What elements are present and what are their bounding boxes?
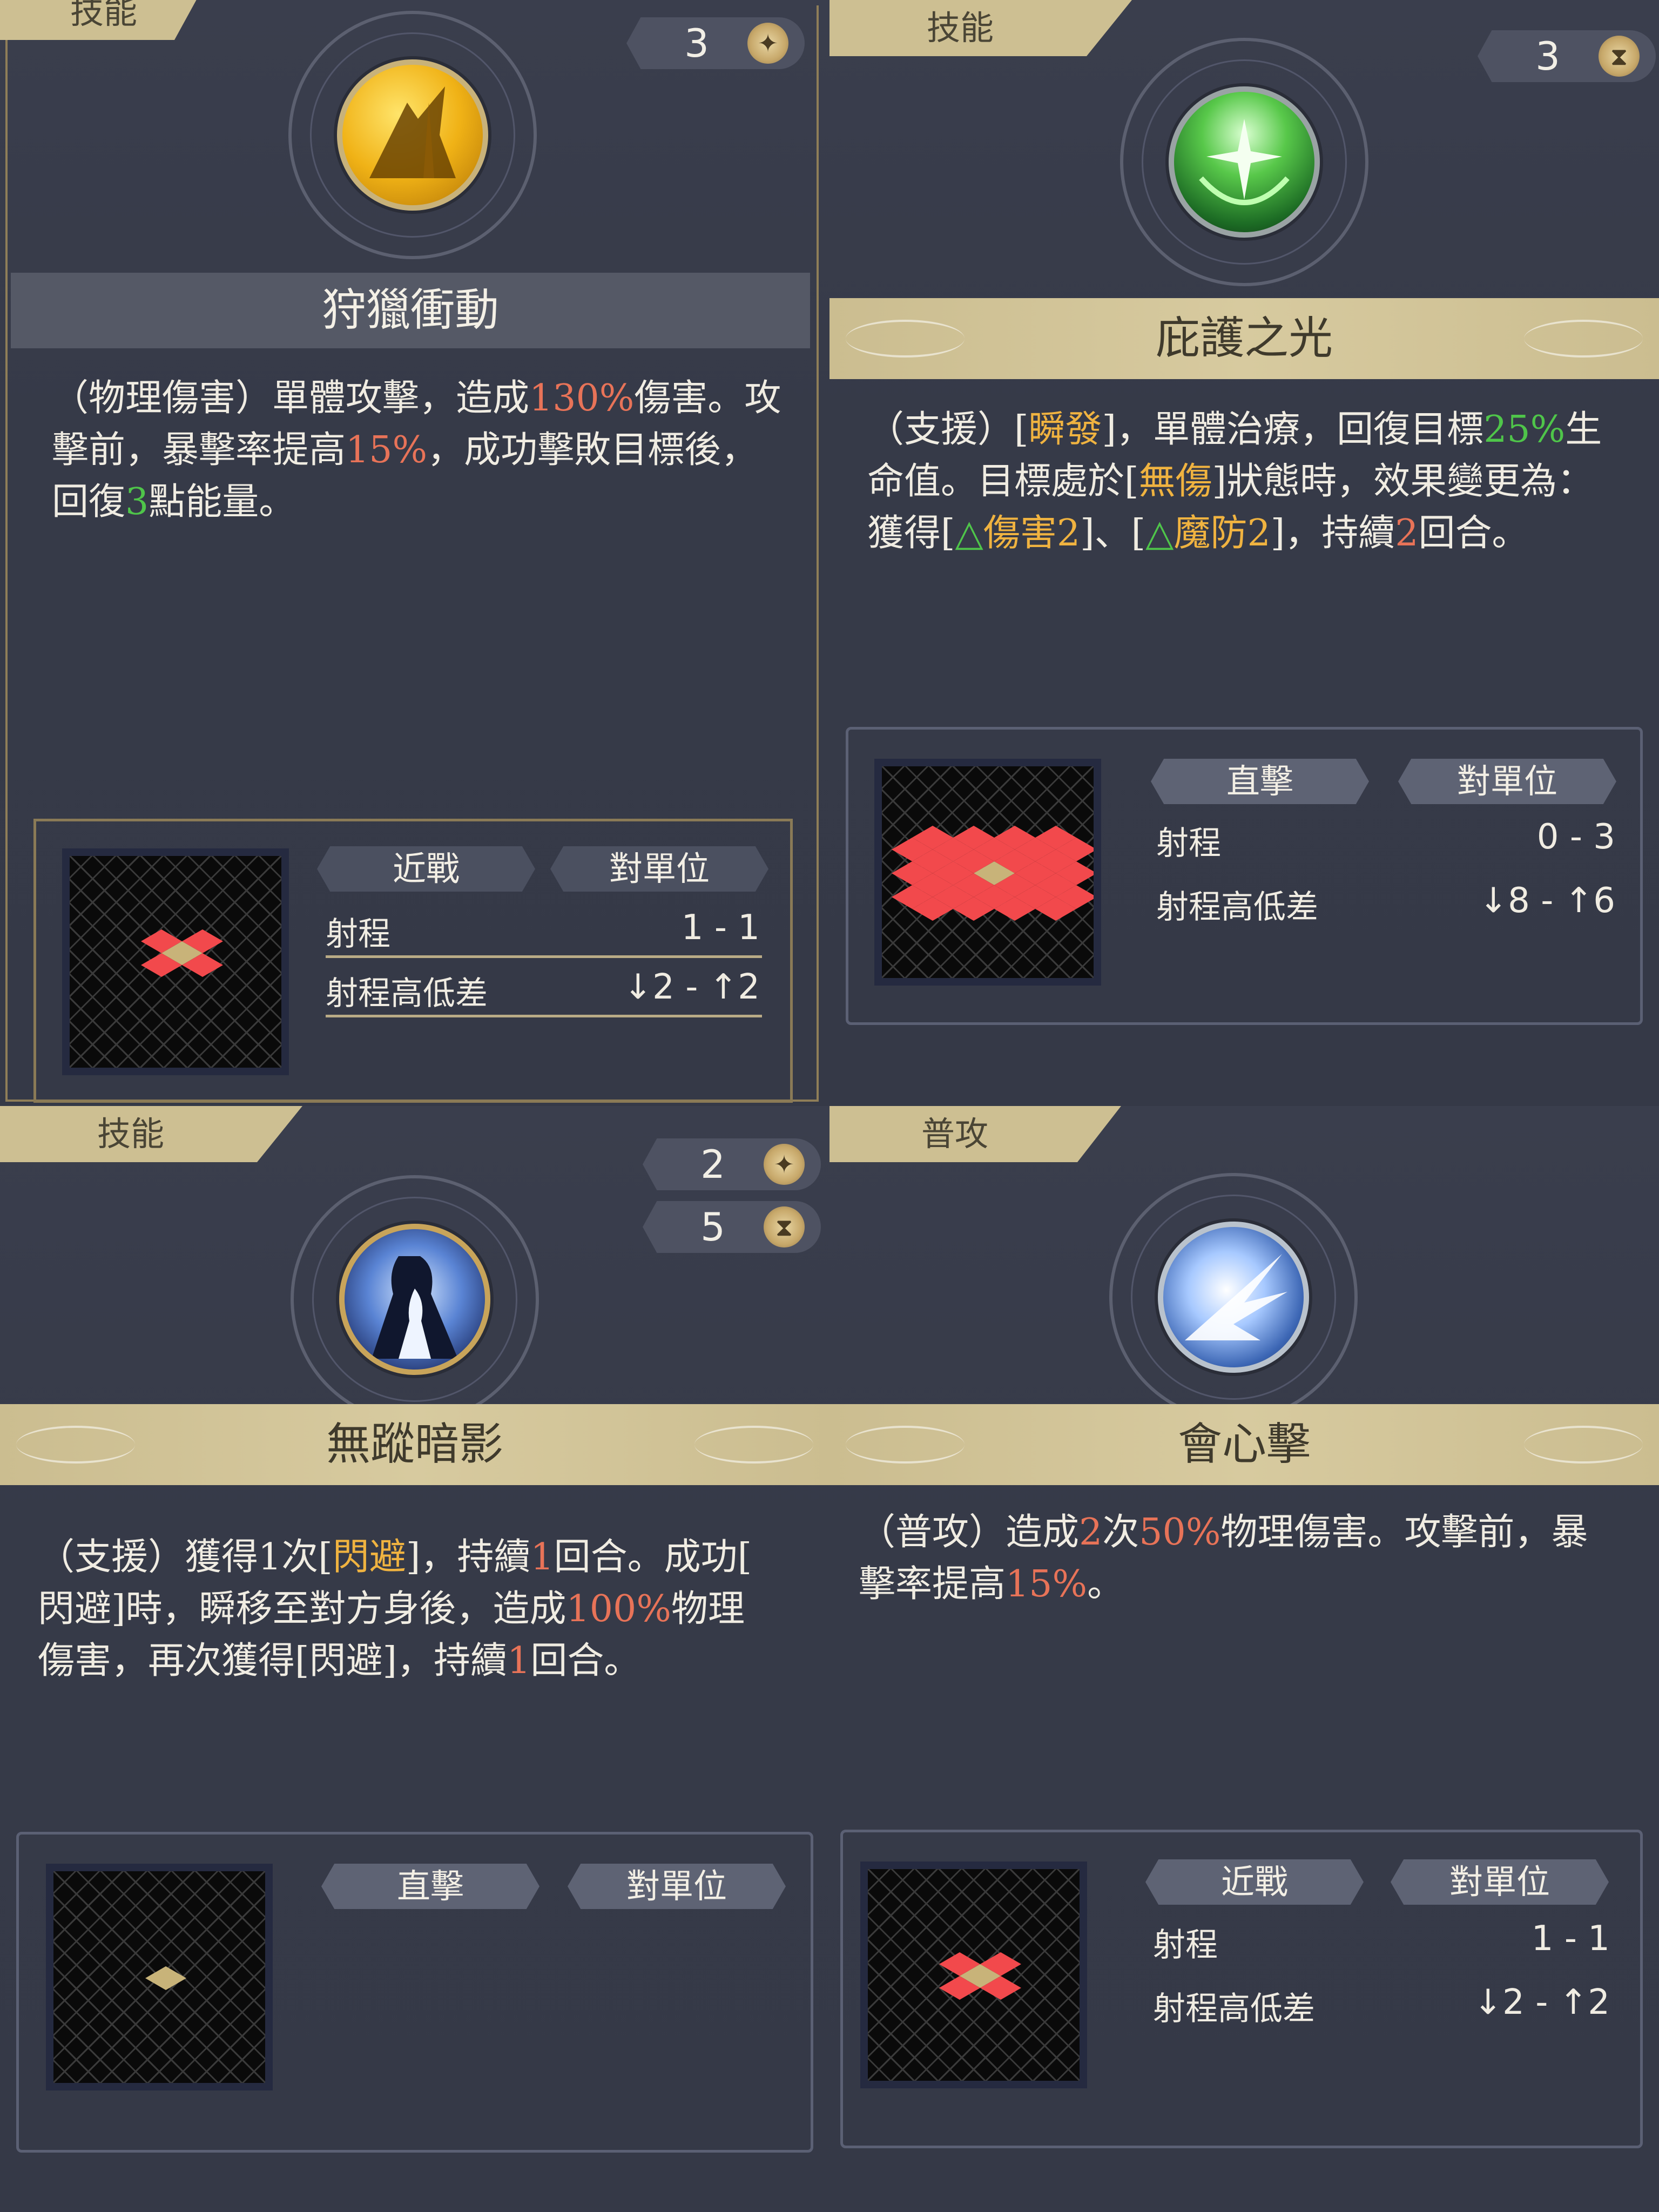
- skill-title: 會心擊: [1177, 1419, 1311, 1470]
- critical-strike-icon: [1158, 1222, 1309, 1373]
- range-info-box: 近戰 對單位 射程 1 - 1 射程高低差 ↓2 - ↑2: [840, 1830, 1643, 2148]
- skill-title: 狩獵衝動: [11, 273, 810, 348]
- height-diff-value: ↓2 - ↑2: [1473, 1982, 1610, 2022]
- skill-type-tag: 技能: [0, 1106, 302, 1162]
- skill-emblem: [288, 11, 537, 259]
- cooldown-pill: 3 ⧗: [1478, 30, 1656, 82]
- left-flourish: [16, 1426, 135, 1464]
- skill-title-band: 會心擊: [830, 1404, 1659, 1485]
- buff-up-icon: △: [955, 512, 983, 555]
- target-type-chip: 對單位: [1398, 759, 1616, 804]
- cooldown-value: 3: [1535, 33, 1560, 79]
- shadow-assassin-icon: [339, 1224, 490, 1375]
- energy-cost-pill: 2 ✦: [643, 1138, 821, 1190]
- star-sparkle-icon: ✦: [747, 23, 788, 64]
- origin-tile: [145, 1966, 186, 1990]
- skill-card-sanctuary-light: 技能 3 ⧗ 庇護之光 （支援）[瞬發]，單體治療，回復目標25%生 命值。目標…: [830, 0, 1659, 1106]
- skill-title: 無蹤暗影: [326, 1419, 503, 1470]
- skill-emblem: [1120, 38, 1368, 286]
- skill-type-tag: 普攻: [830, 1106, 1121, 1162]
- attack-type-chip: 近戰: [317, 846, 535, 892]
- attack-type-chip: 直擊: [1151, 759, 1369, 804]
- right-flourish: [694, 1426, 813, 1464]
- skill-title-band: 無蹤暗影: [0, 1404, 830, 1485]
- range-value: 0 - 3: [1536, 817, 1615, 857]
- attack-type-chip: 直擊: [321, 1864, 539, 1909]
- skill-card-hunting-impulse: 技能 3 ✦ 狩獵衝動 （物理傷害）單體攻擊，造成130%傷害。攻 擊前，暴擊率…: [0, 0, 830, 1106]
- range-value: 1 - 1: [681, 908, 760, 948]
- target-type-chip: 對單位: [1391, 1859, 1609, 1905]
- skill-title-band: 庇護之光: [830, 298, 1659, 379]
- range-label: 射程: [1156, 825, 1221, 862]
- attack-type-chip: 近戰: [1145, 1859, 1364, 1905]
- target-type-chip: 對單位: [568, 1864, 786, 1909]
- hourglass-icon: ⧗: [1599, 36, 1640, 77]
- height-diff-value: ↓8 - ↑6: [1479, 881, 1615, 921]
- divider: [326, 955, 762, 958]
- skill-card-traceless-shadow: 技能 2 ✦ 5 ⧗ 無蹤暗影 （支援）獲得1次[閃避]，持續1回合。成功[ 閃…: [0, 1106, 830, 2212]
- star-sparkle-icon: ✦: [764, 1144, 805, 1185]
- height-diff-label: 射程高低差: [1153, 1990, 1315, 2028]
- energy-cost-value: 2: [700, 1142, 725, 1187]
- range-info-box: 直擊 對單位 射程 0 - 3 射程高低差 ↓8 - ↑6: [846, 727, 1643, 1025]
- left-flourish: [846, 320, 965, 358]
- hourglass-icon: ⧗: [764, 1206, 805, 1247]
- right-flourish: [1524, 1426, 1643, 1464]
- skill-title: 庇護之光: [1155, 313, 1333, 364]
- skill-description: （物理傷害）單體攻擊，造成130%傷害。攻 擊前，暴擊率提高15%，成功擊敗目標…: [52, 377, 781, 523]
- energy-cost-pill: 3 ✦: [626, 17, 805, 69]
- skill-type-tag: 技能: [0, 0, 205, 40]
- range-grid-map: [874, 759, 1101, 986]
- target-type-chip: 對單位: [550, 846, 768, 892]
- divider: [326, 1015, 762, 1017]
- shield-light-icon: [1169, 86, 1320, 238]
- range-label: 射程: [326, 915, 390, 953]
- energy-cost-value: 3: [684, 21, 709, 66]
- skill-description: （支援）[瞬發]，單體治療，回復目標25%生 命值。目標處於[無傷]狀態時，效果…: [867, 408, 1602, 555]
- skill-description: （支援）獲得1次[閃避]，持續1回合。成功[ 閃避]時，瞬移至對方身後，造成10…: [38, 1536, 752, 1682]
- range-label: 射程: [1153, 1926, 1218, 1964]
- range-grid-map: [46, 1864, 273, 2090]
- range-grid-map: [860, 1862, 1087, 2088]
- range-grid-map: [62, 848, 289, 1075]
- skill-card-critical-strike: 普攻 會心擊 （普攻）造成2次50%物理傷害。攻擊前，暴 擊率提高15%。 近戰…: [830, 1106, 1659, 2212]
- range-info-box: 直擊 對單位: [16, 1832, 813, 2153]
- right-flourish: [1524, 320, 1643, 358]
- hunter-leap-icon: [337, 59, 488, 211]
- cooldown-value: 5: [700, 1204, 725, 1250]
- skill-emblem: [291, 1175, 539, 1424]
- skill-description: （普攻）造成2次50%物理傷害。攻擊前，暴 擊率提高15%。: [859, 1511, 1588, 1606]
- left-flourish: [846, 1426, 965, 1464]
- range-value: 1 - 1: [1531, 1919, 1610, 1959]
- height-diff-value: ↓2 - ↑2: [623, 967, 760, 1007]
- skill-emblem: [1109, 1173, 1358, 1421]
- range-info-box: 近戰 對單位 射程 1 - 1 射程高低差 ↓2 - ↑2: [33, 819, 793, 1103]
- buff-up-icon: △: [1145, 512, 1174, 555]
- height-diff-label: 射程高低差: [1156, 888, 1318, 926]
- cooldown-pill: 5 ⧗: [643, 1201, 821, 1253]
- height-diff-label: 射程高低差: [326, 975, 488, 1013]
- skill-type-tag: 技能: [830, 0, 1132, 56]
